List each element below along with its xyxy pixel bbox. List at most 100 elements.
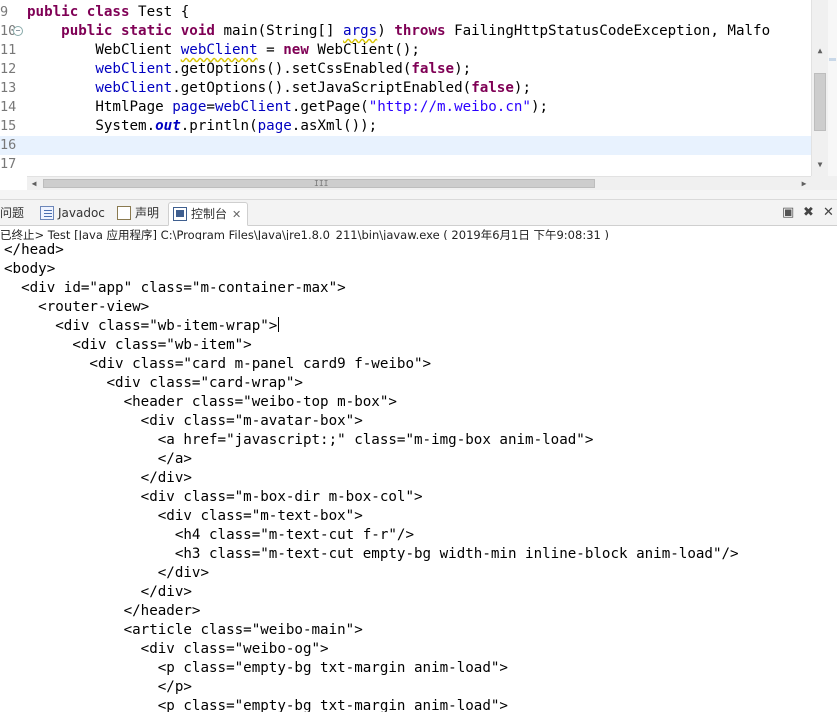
console-output-line: <div class="m-box-dir m-box-col">: [4, 489, 423, 505]
editor-vertical-scroll-thumb[interactable]: [814, 73, 826, 131]
console-output-line: <div class="card-wrap">: [4, 375, 303, 391]
code-text: WebClient webClient = new WebClient();: [27, 41, 420, 60]
code-line[interactable]: 14 HtmlPage page=webClient.getPage("http…: [0, 98, 811, 117]
overview-marker[interactable]: [829, 58, 836, 61]
code-line[interactable]: 12 webClient.getOptions().setCssEnabled(…: [0, 60, 811, 79]
code-line[interactable]: 16: [0, 136, 811, 155]
tab-javadoc[interactable]: Javadoc: [40, 203, 105, 224]
code-line[interactable]: 15 System.out.println(page.asXml());: [0, 117, 811, 136]
line-number: 17: [0, 156, 17, 172]
code-token: );: [513, 80, 531, 96]
console-output-line: <h4 class="m-text-cut f-r"/>: [4, 527, 414, 543]
scroll-down-icon[interactable]: ▼: [812, 158, 828, 172]
code-token: new: [283, 42, 309, 58]
console-icon: [173, 207, 187, 221]
line-number: 16: [0, 137, 17, 153]
code-editor[interactable]: 9 public class Test {10− public static vo…: [0, 0, 837, 176]
console-output-line: <header class="weibo-top m-box">: [4, 394, 397, 410]
scroll-left-icon[interactable]: ◀: [27, 177, 41, 190]
code-token: out: [155, 118, 181, 134]
code-token: "http://m.weibo.cn": [368, 99, 531, 115]
code-line[interactable]: 11 WebClient webClient = new WebClient()…: [0, 41, 811, 60]
code-token: page: [172, 99, 207, 115]
line-number: 13: [0, 80, 17, 96]
code-token: args: [343, 23, 378, 39]
text-caret: [278, 317, 280, 332]
code-token: main(String[]: [214, 23, 344, 39]
line-number: 14: [0, 99, 17, 115]
code-line[interactable]: 9 public class Test {: [0, 3, 811, 22]
code-token: );: [454, 61, 472, 77]
console-output-line: <h3 class="m-text-cut empty-bg width-min…: [4, 546, 739, 562]
code-token: false: [411, 61, 455, 77]
view-splitter[interactable]: [0, 190, 837, 200]
tab-problems[interactable]: 问题: [0, 203, 24, 224]
console-output-line: <router-view>: [4, 299, 150, 315]
javadoc-icon: [40, 206, 54, 220]
code-token: =: [257, 42, 284, 58]
code-token: .println(: [180, 118, 258, 134]
console-output-line: <body>: [4, 261, 56, 277]
code-token: System.: [27, 118, 156, 134]
console-output-line: <div class="wb-item">: [4, 337, 252, 353]
code-line[interactable]: 17: [0, 155, 811, 174]
console-output-line: <div class="weibo-og">: [4, 641, 329, 657]
editor-vertical-scrollbar[interactable]: ▲ ▼: [811, 0, 828, 176]
scroll-up-icon[interactable]: ▲: [812, 44, 828, 58]
code-text: public class Test {: [27, 3, 189, 22]
editor-horizontal-scroll-thumb[interactable]: III: [43, 179, 595, 188]
code-token: .getPage(: [291, 99, 369, 115]
console-output-line: </head>: [4, 242, 64, 258]
console-output-line: </div>: [4, 565, 209, 581]
code-token: .asXml());: [291, 118, 378, 134]
code-token: WebClient: [27, 42, 181, 58]
console-output[interactable]: </head> <body> <div id="app" class="m-con…: [0, 240, 837, 712]
console-output-line: <div class="m-avatar-box">: [4, 413, 363, 429]
code-text: public static void main(String[] args) t…: [27, 22, 770, 41]
console-output-line: </a>: [4, 451, 192, 467]
terminate-icon[interactable]: ✕: [823, 205, 834, 220]
code-token: webClient: [180, 42, 258, 58]
console-output-line: <div id="app" class="m-container-max">: [4, 280, 346, 296]
code-token: Test {: [129, 4, 190, 20]
console-output-line: </div>: [4, 584, 192, 600]
editor-horizontal-scrollbar[interactable]: ◀ III ▶: [27, 176, 811, 190]
views-tab-bar: 问题 Javadoc 声明 控制台 ✕ ▣ ✖ ✕: [0, 200, 837, 226]
overview-ruler[interactable]: [828, 0, 837, 176]
code-token: public static void: [61, 23, 215, 39]
console-output-line: <a href="javascript:;" class="m-img-box …: [4, 432, 594, 448]
code-token: ): [377, 23, 395, 39]
code-text: HtmlPage page=webClient.getPage("http://…: [27, 98, 548, 117]
minimize-icon[interactable]: ▣: [782, 205, 794, 220]
line-number: 11: [0, 42, 17, 58]
remove-launch-icon[interactable]: ✖: [803, 205, 814, 220]
scroll-right-icon[interactable]: ▶: [797, 177, 811, 190]
tab-javadoc-label: Javadoc: [58, 206, 105, 220]
code-line[interactable]: 10− public static void main(String[] arg…: [0, 22, 811, 41]
code-token: false: [471, 80, 514, 96]
code-token: );: [530, 99, 549, 115]
line-number: 15: [0, 118, 17, 134]
code-token: public class: [27, 4, 130, 20]
code-token: throws: [394, 23, 446, 39]
code-token: .getOptions().setCssEnabled(: [172, 61, 412, 77]
console-output-line: <div class="card m-panel card9 f-weibo">: [4, 356, 432, 372]
console-output-line: <article class="weibo-main">: [4, 622, 363, 638]
code-token: webClient: [95, 61, 173, 77]
console-output-line: </header>: [4, 603, 201, 619]
code-token: webClient: [214, 99, 292, 115]
console-output-line: </div>: [4, 470, 192, 486]
console-output-line: </p>: [4, 679, 192, 695]
declaration-icon: [117, 206, 131, 220]
scroll-grip: III: [314, 179, 329, 188]
console-output-line: <div class="wb-item-wrap">: [4, 317, 280, 334]
tab-console[interactable]: 控制台 ✕: [168, 202, 249, 226]
code-line[interactable]: 13 webClient.getOptions().setJavaScriptE…: [0, 79, 811, 98]
tab-declaration[interactable]: 声明: [117, 203, 159, 224]
code-token: FailingHttpStatusCodeException, Malfo: [445, 23, 771, 39]
close-icon[interactable]: ✕: [232, 208, 241, 221]
code-token: page: [257, 118, 292, 134]
